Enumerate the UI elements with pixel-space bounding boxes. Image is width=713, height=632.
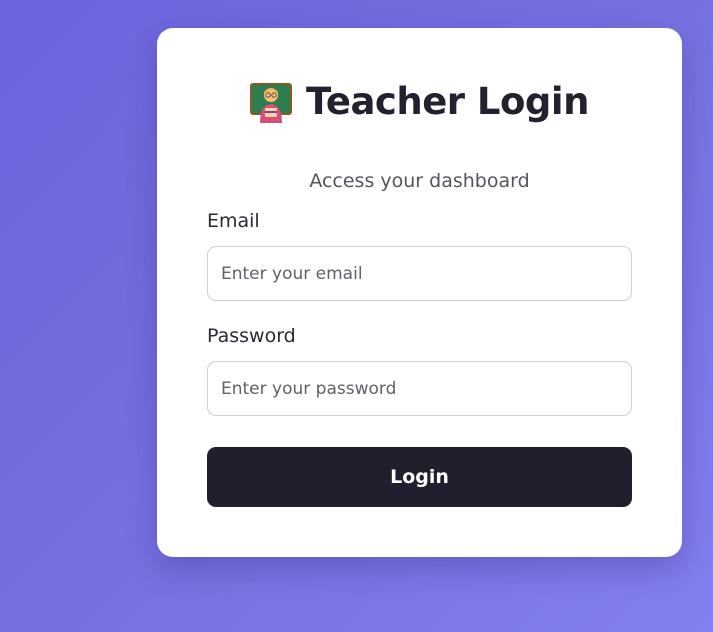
title-row: Teacher Login bbox=[157, 78, 682, 126]
password-field[interactable] bbox=[207, 361, 632, 416]
email-field[interactable] bbox=[207, 246, 632, 301]
page-subtitle: Access your dashboard bbox=[309, 170, 530, 192]
login-card: Teacher Login Access your dashboard Emai… bbox=[157, 28, 682, 557]
login-button[interactable]: Login bbox=[207, 447, 632, 507]
teacher-icon bbox=[250, 83, 293, 123]
password-label: Password bbox=[207, 325, 296, 347]
email-label: Email bbox=[207, 210, 260, 232]
page-title: Teacher Login bbox=[306, 80, 589, 123]
